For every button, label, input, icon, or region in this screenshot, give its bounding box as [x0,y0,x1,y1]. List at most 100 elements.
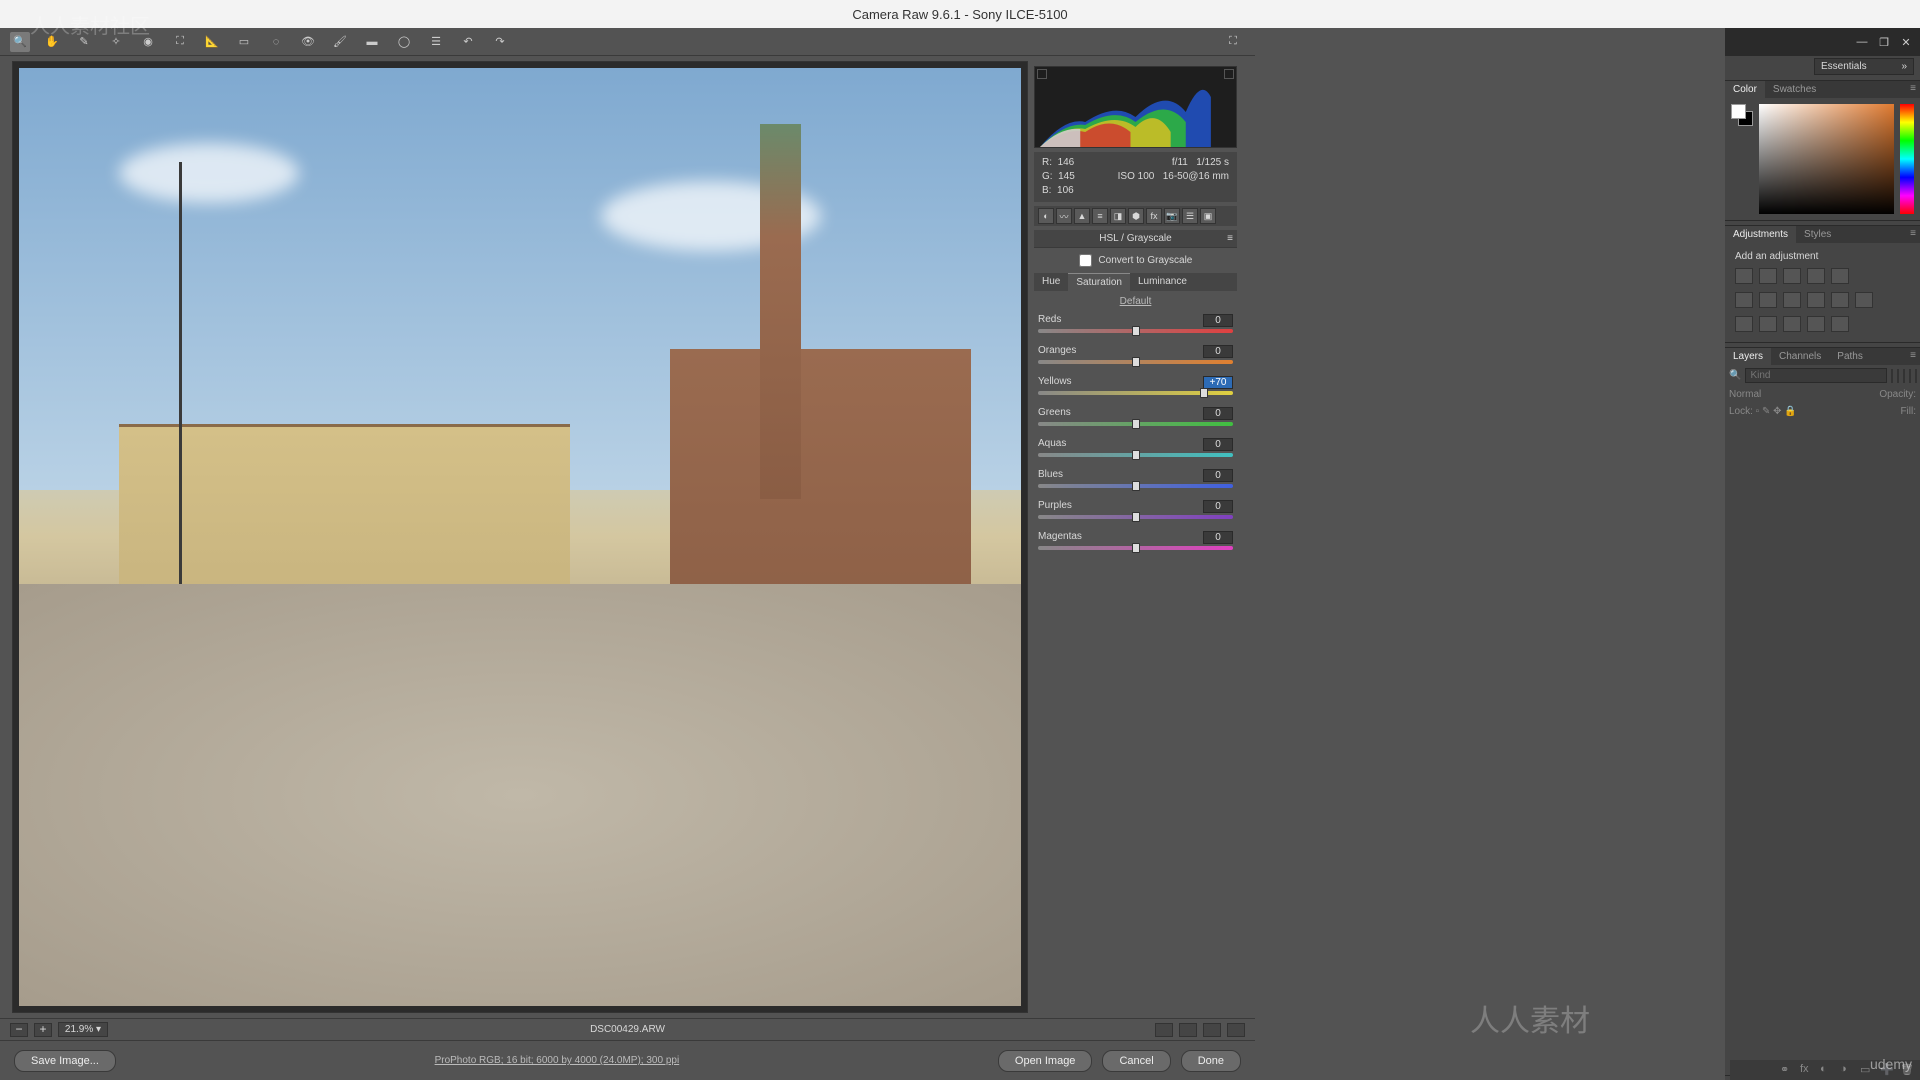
rotate-cw-icon[interactable]: ↷ [490,32,510,52]
split-toning-tab-icon[interactable]: ◨ [1110,208,1126,224]
filter-search-icon[interactable]: 🔍 [1729,370,1741,381]
slider-track[interactable] [1038,329,1233,333]
slider-track[interactable] [1038,360,1233,364]
workflow-options-link[interactable]: ProPhoto RGB; 16 bit; 6000 by 4000 (24.0… [435,1055,680,1066]
slider-value-input[interactable] [1203,314,1233,327]
tone-curve-tab-icon[interactable]: 〰 [1056,208,1072,224]
preferences-tool-icon[interactable]: ☰ [426,32,446,52]
open-image-button[interactable]: Open Image [998,1050,1093,1072]
invert-adjust-icon[interactable] [1735,316,1753,332]
hue-sat-adjust-icon[interactable] [1735,292,1753,308]
panel-menu-icon[interactable]: ≡ [1910,228,1916,239]
done-button[interactable]: Done [1181,1050,1241,1072]
adjustment-brush-tool-icon[interactable]: 🖌 [330,32,350,52]
effects-tab-icon[interactable]: fx [1146,208,1162,224]
slider-track[interactable] [1038,484,1233,488]
exposure-adjust-icon[interactable] [1807,268,1825,284]
shadow-clipping-icon[interactable] [1037,69,1047,79]
layer-mask-icon[interactable]: ◐ [1820,1063,1834,1077]
color-sampler-tool-icon[interactable]: ✧ [106,32,126,52]
slider-value-input[interactable] [1203,407,1233,420]
posterize-adjust-icon[interactable] [1759,316,1777,332]
slider-track[interactable] [1038,391,1233,395]
presets-tab-icon[interactable]: ☰ [1182,208,1198,224]
color-field[interactable] [1759,104,1894,214]
adjustments-tab[interactable]: Adjustments [1725,226,1796,243]
zoom-out-button[interactable]: − [10,1023,28,1037]
slider-track[interactable] [1038,515,1233,519]
close-icon[interactable]: ✕ [1898,35,1914,49]
preview-mode-icon[interactable] [1155,1023,1173,1037]
minimize-icon[interactable]: — [1854,35,1870,49]
crop-tool-icon[interactable]: ⛶ [170,32,190,52]
maximize-icon[interactable]: ❐ [1876,35,1892,49]
slider-thumb[interactable] [1132,450,1140,460]
basic-tab-icon[interactable]: ◐ [1038,208,1054,224]
settings-icon[interactable] [1227,1023,1245,1037]
vibrance-adjust-icon[interactable] [1831,268,1849,284]
slider-value-input[interactable] [1203,376,1233,389]
selective-color-adjust-icon[interactable] [1831,316,1849,332]
blend-mode-select[interactable]: Normal [1729,389,1761,400]
slider-thumb[interactable] [1200,388,1208,398]
hue-subtab[interactable]: Hue [1034,273,1068,291]
transform-tool-icon[interactable]: ▭ [234,32,254,52]
levels-adjust-icon[interactable] [1759,268,1777,284]
filter-adjust-icon[interactable] [1897,369,1899,383]
slider-track[interactable] [1038,546,1233,550]
slider-value-input[interactable] [1203,500,1233,513]
histogram[interactable] [1034,66,1237,148]
color-balance-adjust-icon[interactable] [1759,292,1777,308]
slider-value-input[interactable] [1203,438,1233,451]
new-layer-icon[interactable]: ➕ [1880,1063,1894,1077]
link-layers-icon[interactable]: ⚭ [1780,1063,1794,1077]
default-link[interactable]: Default [1034,291,1237,312]
swap-icon[interactable] [1203,1023,1221,1037]
slider-thumb[interactable] [1132,512,1140,522]
slider-value-input[interactable] [1203,345,1233,358]
bw-adjust-icon[interactable] [1783,292,1801,308]
color-tab[interactable]: Color [1725,81,1765,98]
hsl-tab-icon[interactable]: ≡ [1092,208,1108,224]
layer-fx-icon[interactable]: fx [1800,1063,1814,1077]
straighten-tool-icon[interactable]: 📐 [202,32,222,52]
radial-filter-tool-icon[interactable]: ◯ [394,32,414,52]
slider-value-input[interactable] [1203,531,1233,544]
save-image-button[interactable]: Save Image... [14,1050,116,1072]
zoom-level[interactable]: 21.9% ▾ [58,1022,108,1037]
filter-shape-icon[interactable] [1909,369,1911,383]
spot-removal-tool-icon[interactable]: ◌ [266,32,286,52]
new-group-icon[interactable]: ▭ [1860,1063,1874,1077]
fg-bg-swatches[interactable] [1731,104,1753,126]
hue-slider[interactable] [1900,104,1914,214]
slider-thumb[interactable] [1132,326,1140,336]
white-balance-tool-icon[interactable]: ✎ [74,32,94,52]
toggle-fullscreen-icon[interactable]: ⛶ [1223,32,1243,52]
photo-filter-adjust-icon[interactable] [1807,292,1825,308]
before-after-icon[interactable] [1179,1023,1197,1037]
workspace-selector[interactable]: Essentials» [1814,58,1914,75]
panel-menu-icon[interactable]: ≡ [1227,233,1233,244]
hand-tool-icon[interactable]: ✋ [42,32,62,52]
saturation-subtab[interactable]: Saturation [1068,273,1130,291]
slider-thumb[interactable] [1132,419,1140,429]
graduated-filter-tool-icon[interactable]: ▬ [362,32,382,52]
styles-tab[interactable]: Styles [1796,226,1839,243]
slider-track[interactable] [1038,453,1233,457]
slider-thumb[interactable] [1132,543,1140,553]
filter-type-icon[interactable] [1903,369,1905,383]
lut-adjust-icon[interactable] [1855,292,1873,308]
zoom-tool-icon[interactable]: 🔍 [10,32,30,52]
slider-thumb[interactable] [1132,481,1140,491]
cancel-button[interactable]: Cancel [1102,1050,1170,1072]
redeye-tool-icon[interactable]: 👁 [298,32,318,52]
swatches-tab[interactable]: Swatches [1765,81,1824,98]
panel-menu-icon[interactable]: ≡ [1910,350,1916,361]
highlight-clipping-icon[interactable] [1224,69,1234,79]
convert-grayscale-checkbox[interactable]: Convert to Grayscale [1079,255,1193,266]
image-preview[interactable] [12,61,1028,1013]
paths-tab[interactable]: Paths [1829,348,1871,365]
luminance-subtab[interactable]: Luminance [1130,273,1195,291]
slider-value-input[interactable] [1203,469,1233,482]
filter-smart-icon[interactable] [1915,369,1917,383]
